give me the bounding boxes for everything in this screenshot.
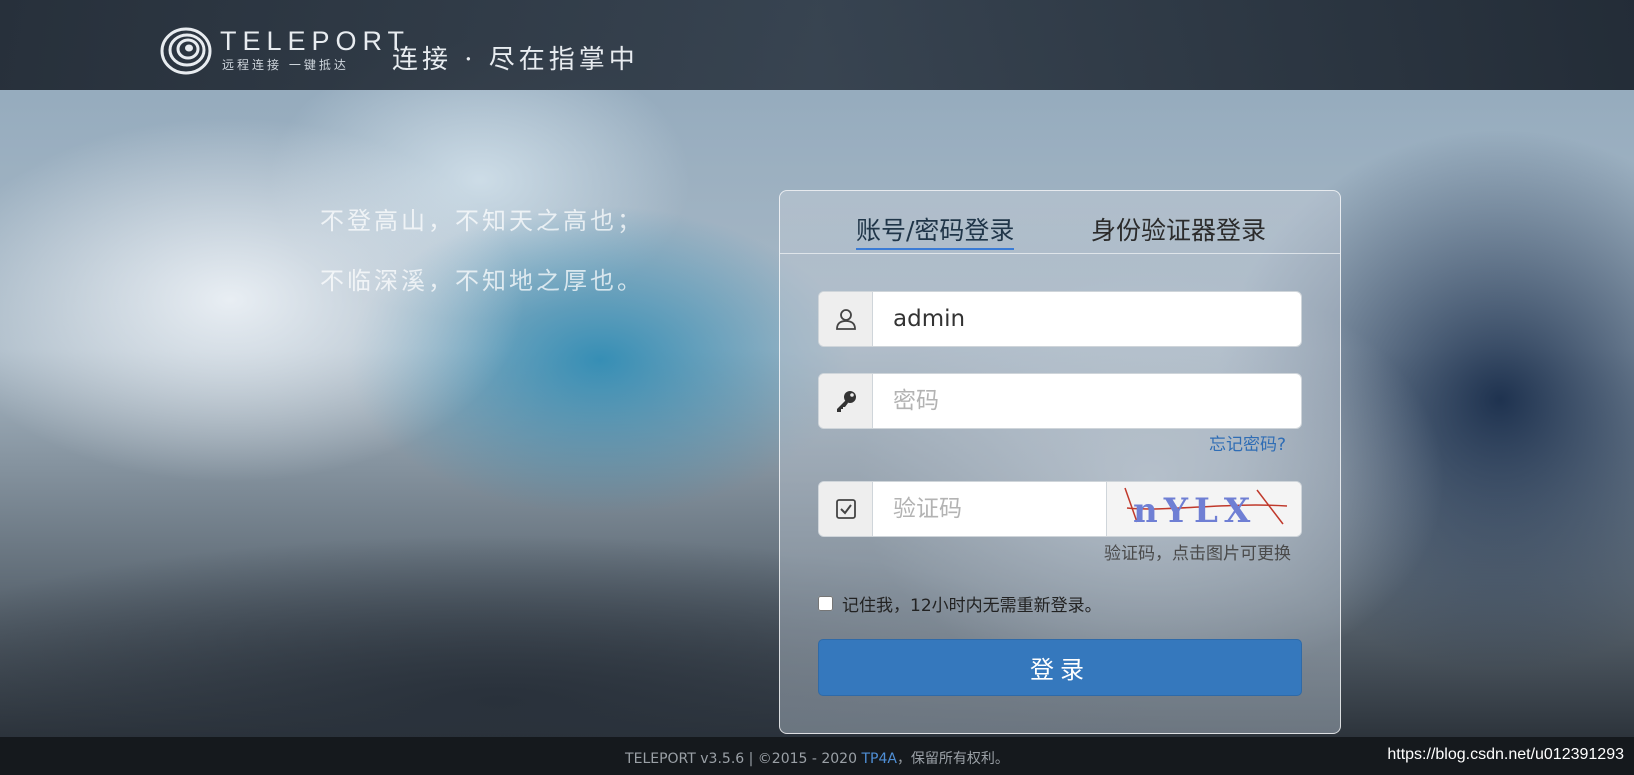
poem-line-1: 不登高山，不知天之高也； (320, 207, 644, 235)
password-field (818, 373, 1302, 429)
captcha-field: nYLX (818, 481, 1302, 537)
poem-line-2: 不临深溪，不知地之厚也。 (320, 267, 644, 295)
top-header: TELEPORT 远程连接 一键抵达 连接 · 尽在指掌中 (0, 0, 1634, 90)
captcha-text: nYLX (1133, 491, 1256, 531)
remember-me-label: 记住我，12小时内无需重新登录。 (842, 596, 1102, 616)
password-addon (819, 374, 873, 428)
login-tabs: 账号/密码登录 身份验证器登录 (780, 191, 1340, 254)
login-panel: 账号/密码登录 身份验证器登录 忘记密码? (779, 190, 1341, 734)
remember-me[interactable]: 记住我，12小时内无需重新登录。 (818, 591, 1102, 616)
username-input[interactable] (873, 292, 1301, 346)
csdn-watermark: https://blog.csdn.net/u012391293 (1387, 746, 1624, 763)
teleport-logo-icon (160, 27, 212, 75)
captcha-input[interactable] (873, 482, 1106, 536)
header-slogan: 连接 · 尽在指掌中 (392, 45, 639, 75)
tab-password-login[interactable]: 账号/密码登录 (856, 215, 1015, 250)
footer-prefix: TELEPORT v3.5.6 | ©2015 - 2020 (625, 751, 862, 767)
captcha-hint: 验证码，点击图片可更换 (1104, 544, 1291, 564)
footer-tp4a-link[interactable]: TP4A (861, 751, 896, 767)
footer-suffix: ，保留所有权利。 (896, 751, 1009, 767)
tab-authenticator-login[interactable]: 身份验证器登录 (1091, 215, 1266, 247)
username-field (818, 291, 1302, 347)
captcha-image[interactable]: nYLX (1106, 482, 1301, 536)
checkbox-icon (835, 499, 856, 519)
logo-wordmark: TELEPORT (220, 26, 411, 56)
forgot-password-link[interactable]: 忘记密码? (1209, 430, 1286, 455)
username-addon (819, 292, 873, 346)
key-icon (836, 391, 856, 412)
user-icon (835, 309, 856, 330)
captcha-addon (819, 482, 873, 536)
logo-tagline: 远程连接 一键抵达 (222, 58, 349, 72)
remember-me-checkbox[interactable] (818, 596, 833, 611)
password-input[interactable] (873, 374, 1301, 428)
login-button[interactable]: 登录 (818, 639, 1302, 696)
